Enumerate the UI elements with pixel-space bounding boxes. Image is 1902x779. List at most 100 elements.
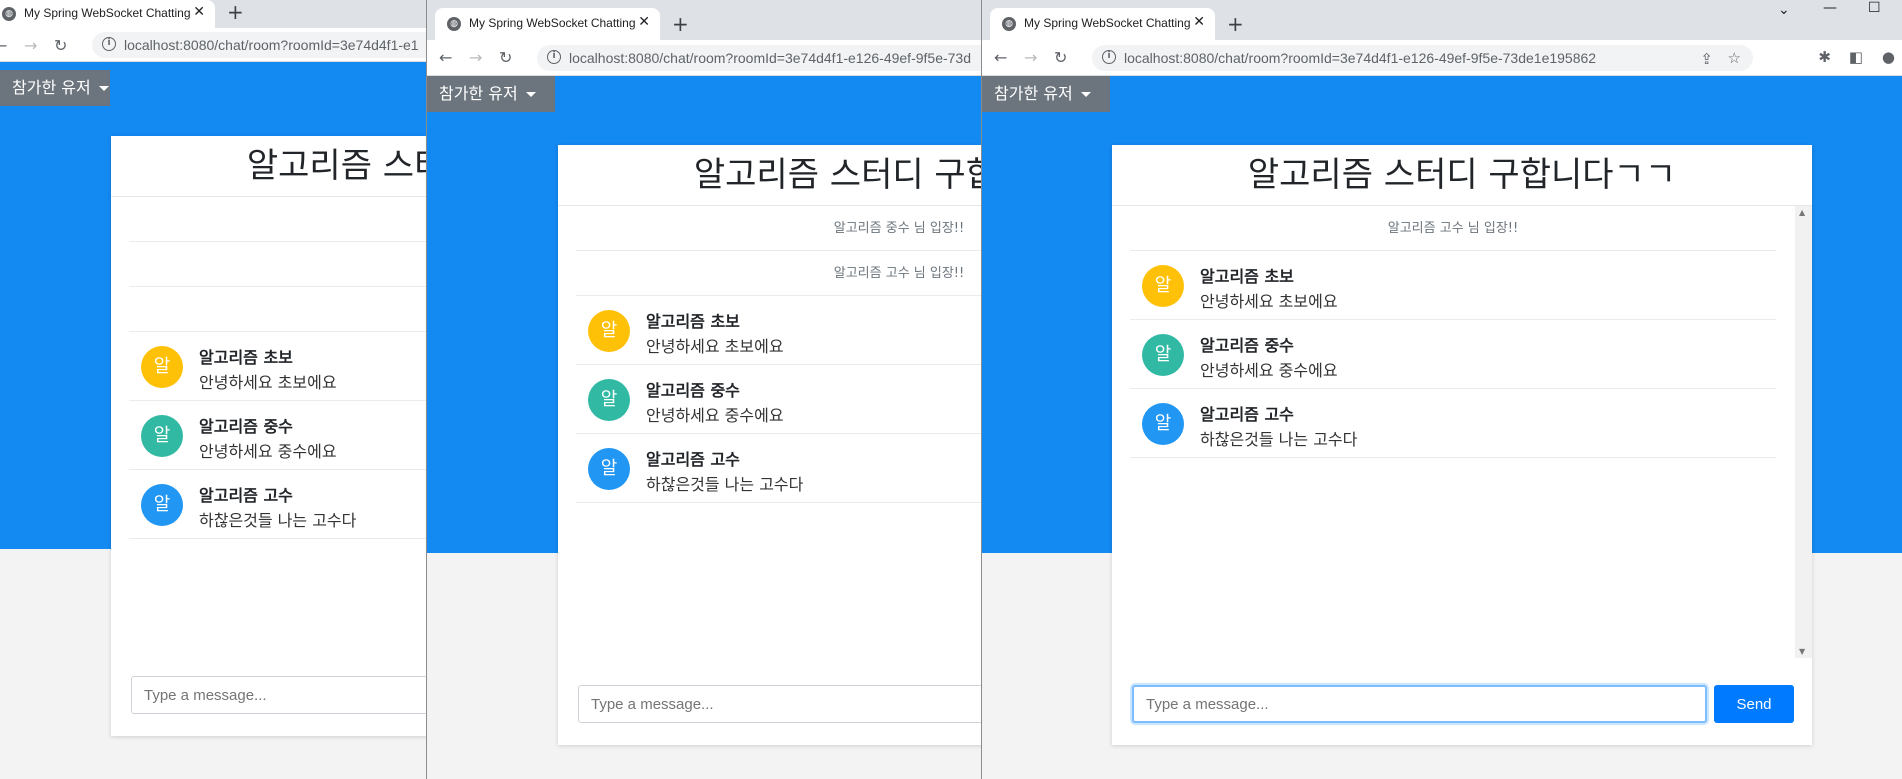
chat-message: 알 알고리즘 초보 안녕하세요 초보에요 [129,332,430,401]
scroll-down-arrow-icon[interactable]: ▼ [1799,647,1805,656]
scroll-up-arrow-icon[interactable]: ▲ [1799,208,1805,217]
message-text: 안녕하세요 중수에요 [199,442,337,461]
browser-toolbar: ← → ↻ i localhost:8080/chat/room?roomId=… [427,40,983,76]
forward-arrow-icon[interactable]: → [1024,48,1037,67]
sender-name: 알고리즘 중수 [1200,336,1294,355]
message-list: 알고리즘 중수 님 입장!! 알고리즘 고수 님 입장!! 알 알고리즘 초보 … [576,206,983,503]
browser-window-3: ◍ My Spring WebSocket Chatting ✕ + ⌄ — ☐… [981,0,1902,779]
sender-name: 알고리즘 고수 [646,450,740,469]
chat-message: 알 알고리즘 고수 하찮은것들 나는 고수다 [129,470,430,539]
chat-card: 알고리즘 스터디 구합니다ㄱㄱ 알고리즘 알고리즘 알고리즘 알 알고리즘 초보… [111,136,430,736]
close-tab-icon[interactable]: ✕ [1193,14,1205,30]
address-bar[interactable]: i localhost:8080/chat/room?roomId=3e74d4… [1092,45,1753,71]
message-input[interactable] [131,676,430,714]
input-row [578,685,983,723]
participants-dropdown-button[interactable]: 참가한 유저 [427,76,555,112]
message-input[interactable] [1132,685,1707,723]
sender-name: 알고리즘 고수 [1200,405,1294,424]
globe-icon: ◍ [1002,17,1016,31]
system-message: 알고리즘 [129,287,430,332]
room-title: 알고리즘 스터디 구합니다ㄱㄱ [1112,145,1812,206]
side-panel-icon[interactable]: ◧ [1849,48,1863,66]
tab-title: My Spring WebSocket Chatting [469,16,636,30]
tab-search-chevron-icon[interactable]: ⌄ [1778,2,1790,18]
browser-tab[interactable]: ◍ My Spring WebSocket Chatting ✕ [990,8,1215,40]
bookmark-star-icon[interactable]: ☆ [1728,49,1741,67]
message-text: 안녕하세요 초보에요 [199,373,337,392]
chat-message: 알 알고리즘 고수 하찮은것들 나는 고수다 [576,434,983,503]
tab-title: My Spring WebSocket Chatting [1024,16,1191,30]
site-info-icon[interactable]: i [1102,50,1116,64]
sender-name: 알고리즘 중수 [646,381,740,400]
chat-message: 알 알고리즘 중수 안녕하세요 중수에요 [1130,320,1776,389]
address-bar[interactable]: i localhost:8080/chat/room?roomId=3e74d4… [92,32,430,58]
browser-window-1: ◍ My Spring WebSocket Chatting ✕ + ← → ↻… [0,0,430,779]
message-text: 안녕하세요 초보에요 [646,337,784,356]
caret-down-icon [525,92,536,97]
avatar: 알 [141,484,183,526]
close-tab-icon[interactable]: ✕ [638,14,650,30]
back-arrow-icon[interactable]: ← [439,48,452,67]
participants-label: 참가한 유저 [12,78,91,97]
message-list-scrollbar[interactable]: ▲ ▼ [1795,206,1812,658]
back-arrow-icon[interactable]: ← [0,36,7,55]
url-text: localhost:8080/chat/room?roomId=3e74d4f1… [124,37,419,53]
sender-name: 알고리즘 초보 [646,312,740,331]
system-message: 알고리즘 [129,242,430,287]
forward-arrow-icon[interactable]: → [469,48,482,67]
profile-avatar-icon[interactable]: ● [1882,48,1895,66]
browser-toolbar: ← → ↻ i localhost:8080/chat/room?roomId=… [982,40,1902,76]
extensions-puzzle-icon[interactable]: ✱ [1818,48,1831,66]
send-button[interactable]: Send [1714,685,1794,723]
message-list: 알고리즘 고수 님 입장!! 알 알고리즘 초보 안녕하세요 초보에요 알 알고… [1130,206,1776,458]
participants-label: 참가한 유저 [994,84,1073,103]
participants-dropdown-button[interactable]: 참가한 유저 [0,70,110,106]
avatar: 알 [1142,403,1184,445]
avatar: 알 [588,448,630,490]
input-row [131,676,430,714]
avatar: 알 [141,346,183,388]
tab-strip: ◍ My Spring WebSocket Chatting ✕ + [0,0,430,28]
reload-icon[interactable]: ↻ [499,48,512,67]
system-message: 알고리즘 [129,197,430,242]
forward-arrow-icon[interactable]: → [24,36,37,55]
browser-toolbar: ← → ↻ i localhost:8080/chat/room?roomId=… [0,28,430,62]
globe-icon: ◍ [2,7,16,21]
url-text: localhost:8080/chat/room?roomId=3e74d4f1… [1124,50,1597,66]
chat-message: 알 알고리즘 초보 안녕하세요 초보에요 [576,296,983,365]
message-list: 알고리즘 알고리즘 알고리즘 알 알고리즘 초보 안녕하세요 초보에요 알 알고… [129,197,430,539]
new-tab-button[interactable]: + [227,0,244,24]
message-text: 안녕하세요 초보에요 [1200,292,1338,311]
message-text: 하찮은것들 나는 고수다 [646,475,804,494]
site-info-icon[interactable]: i [547,50,561,64]
message-text: 안녕하세요 중수에요 [646,406,784,425]
sender-name: 알고리즘 초보 [1200,267,1294,286]
reload-icon[interactable]: ↻ [54,36,67,55]
system-message: 알고리즘 중수 님 입장!! [576,206,983,251]
address-bar[interactable]: i localhost:8080/chat/room?roomId=3e74d4… [537,45,983,71]
message-input[interactable] [578,685,983,723]
sender-name: 알고리즘 고수 [199,486,293,505]
browser-tab[interactable]: ◍ My Spring WebSocket Chatting ✕ [0,0,215,28]
close-tab-icon[interactable]: ✕ [193,4,205,20]
maximize-button[interactable]: ☐ [1868,0,1881,16]
back-arrow-icon[interactable]: ← [994,48,1007,67]
chat-message: 알 알고리즘 중수 안녕하세요 중수에요 [129,401,430,470]
caret-down-icon [1080,92,1091,97]
share-icon[interactable]: ⇪ [1700,50,1713,68]
browser-tab[interactable]: ◍ My Spring WebSocket Chatting ✕ [435,8,660,40]
tab-title: My Spring WebSocket Chatting [24,6,191,20]
new-tab-button[interactable]: + [672,12,689,36]
reload-icon[interactable]: ↻ [1054,48,1067,67]
minimize-button[interactable]: — [1823,0,1837,16]
tab-strip: ◍ My Spring WebSocket Chatting ✕ + [427,0,983,40]
globe-icon: ◍ [447,17,461,31]
participants-dropdown-button[interactable]: 참가한 유저 [982,76,1110,112]
avatar: 알 [588,310,630,352]
site-info-icon[interactable]: i [102,37,116,51]
avatar: 알 [588,379,630,421]
caret-down-icon [98,86,109,91]
avatar: 알 [1142,265,1184,307]
system-message: 알고리즘 고수 님 입장!! [1130,206,1776,251]
new-tab-button[interactable]: + [1227,12,1244,36]
